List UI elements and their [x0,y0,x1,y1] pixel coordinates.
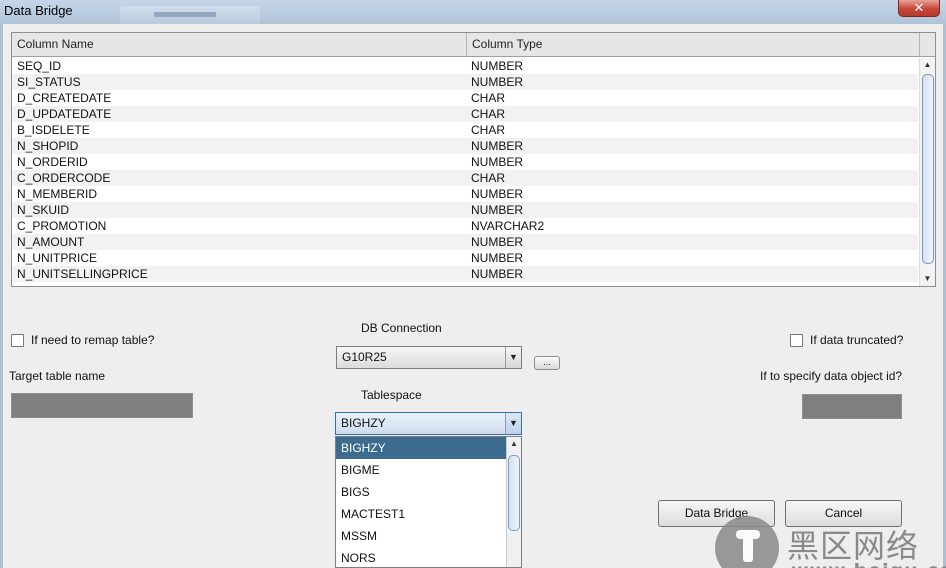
truncated-checkbox[interactable] [790,334,803,347]
column-type-cell: CHAR [471,123,506,137]
column-type-cell: NUMBER [471,155,524,169]
scroll-thumb[interactable] [508,455,520,531]
column-type-cell: NVARCHAR2 [471,219,545,233]
column-name-cell: D_CREATEDATE [17,91,112,105]
column-name-cell: N_ORDERID [17,155,88,169]
tablespace-option[interactable]: MACTEST1 [336,503,506,525]
table-row[interactable]: SEQ_ID NUMBER [12,58,918,74]
watermark-url: www.heiqu.com [791,560,946,568]
columns-table: Column Name Column Type SEQ_ID NUMBER SI_S… [11,32,936,287]
table-header: Column Name Column Type [12,33,935,57]
tablespace-dropdown-list: BIGHZY BIGME BIGS MACTEST1 MSSM NORS ▲ [335,436,522,568]
table-row[interactable]: N_SKUID NUMBER [12,202,918,218]
column-type-cell: NUMBER [471,187,524,201]
table-scrollbar[interactable]: ▲ ▼ [919,58,935,286]
object-id-field[interactable] [802,394,902,419]
table-row[interactable]: N_ORDERID NUMBER [12,154,918,170]
target-table-field[interactable] [11,393,193,418]
tablespace-option[interactable]: MSSM [336,525,506,547]
dialog-body: Column Name Column Type SEQ_ID NUMBER SI_S… [3,24,946,568]
column-name-cell: N_UNITPRICE [17,251,98,265]
column-type-cell: NUMBER [471,267,524,281]
chevron-down-icon[interactable]: ▼ [505,347,521,368]
column-type-cell: CHAR [471,107,506,121]
scroll-down-icon[interactable]: ▼ [920,272,935,286]
scroll-up-icon[interactable]: ▲ [920,58,935,72]
remap-checkbox[interactable] [11,334,24,347]
column-name-cell: C_PROMOTION [17,219,107,233]
tablespace-value: BIGHZY [341,416,386,430]
column-name-cell: N_AMOUNT [17,235,85,249]
table-row[interactable]: N_AMOUNT NUMBER [12,234,918,250]
browse-connection-button[interactable]: ... [534,356,560,370]
table-row[interactable]: C_PROMOTION NVARCHAR2 [12,218,918,234]
column-type-cell: CHAR [471,171,506,185]
column-name-cell: N_SKUID [17,203,70,217]
background-window-tab [120,6,260,24]
close-button[interactable]: ✕ [898,0,940,17]
tablespace-option[interactable]: BIGS [336,481,506,503]
truncated-label: If data truncated? [810,333,904,347]
remap-label: If need to remap table? [31,333,155,347]
tablespace-select[interactable]: BIGHZY ▼ [335,412,522,435]
table-row[interactable]: SI_STATUS NUMBER [12,74,918,90]
table-row[interactable]: N_SHOPID NUMBER [12,138,918,154]
table-row[interactable]: N_MEMBERID NUMBER [12,186,918,202]
table-row[interactable]: B_ISDELETE CHAR [12,122,918,138]
chevron-down-icon[interactable]: ▼ [505,413,521,434]
column-name-cell: N_SHOPID [17,139,79,153]
column-type-cell: NUMBER [471,251,524,265]
column-name-cell: D_UPDATEDATE [17,107,112,121]
column-name-cell: N_UNITSELLINGPRICE [17,267,148,281]
object-id-label: If to specify data object id? [760,369,903,383]
db-connection-label: DB Connection [361,321,442,335]
table-row[interactable]: D_CREATEDATE CHAR [12,90,918,106]
target-table-label: Target table name [9,369,106,383]
table-body: SEQ_ID NUMBER SI_STATUS NUMBER D_CREATEDATE C… [12,58,918,286]
table-row[interactable]: C_ORDERCODE CHAR [12,170,918,186]
title-bar: Data Bridge ✕ [0,0,946,24]
tablespace-label: Tablespace [361,388,422,402]
table-row[interactable]: D_UPDATEDATE CHAR [12,106,918,122]
db-connection-value: G10R25 [342,350,387,364]
column-name-cell: C_ORDERCODE [17,171,111,185]
column-name-cell: SEQ_ID [17,59,62,73]
column-type-cell: NUMBER [471,139,524,153]
tablespace-option[interactable]: NORS [336,547,506,567]
column-name-cell: N_MEMBERID [17,187,98,201]
table-row[interactable]: N_UNITSELLINGPRICE NUMBER [12,266,918,282]
column-type-cell: NUMBER [471,235,524,249]
tablespace-option[interactable]: BIGHZY [336,437,506,459]
db-connection-select[interactable]: G10R25 ▼ [336,346,522,369]
column-name-cell: B_ISDELETE [17,123,90,137]
column-type-cell: NUMBER [471,59,524,73]
column-type-cell: NUMBER [471,203,524,217]
dropdown-scrollbar[interactable]: ▲ [506,437,521,567]
column-name-cell: SI_STATUS [17,75,81,89]
column-type-cell: NUMBER [471,75,524,89]
column-name-header[interactable]: Column Name [12,33,467,56]
column-type-header[interactable]: Column Type [467,33,920,56]
window-title: Data Bridge [4,3,73,18]
scroll-up-icon[interactable]: ▲ [507,437,521,451]
table-row[interactable]: N_UNITPRICE NUMBER [12,250,918,266]
scroll-thumb[interactable] [922,74,934,264]
column-type-cell: CHAR [471,91,506,105]
tablespace-option[interactable]: BIGME [336,459,506,481]
